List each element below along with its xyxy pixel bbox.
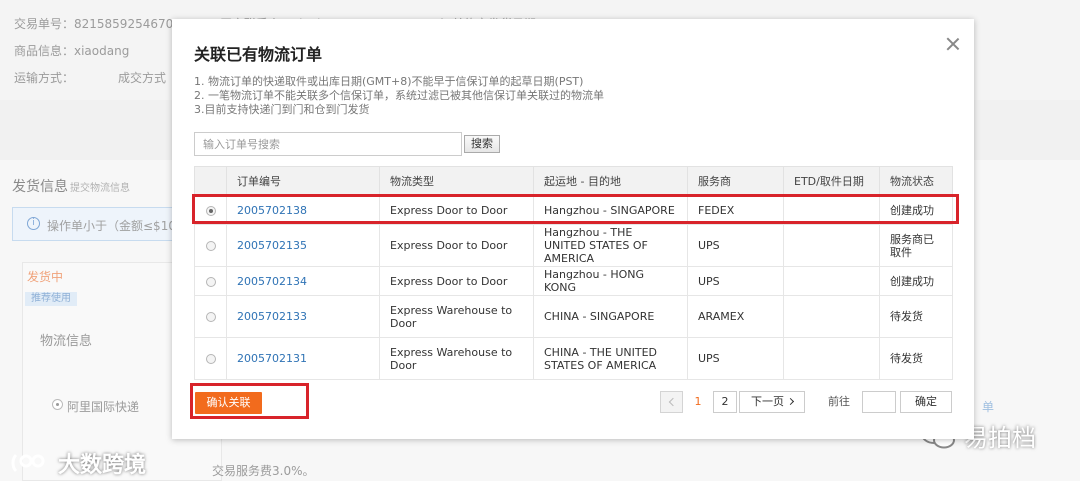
provider-cell: UPS <box>687 224 784 267</box>
shipping-section-sub: 提交物流信息 <box>70 183 130 194</box>
row-radio[interactable] <box>205 276 216 287</box>
next-page-label: 下一页 <box>751 395 784 408</box>
order-link[interactable]: 2005702138 <box>237 204 307 217</box>
deal-label: 成交方式 <box>118 71 167 85</box>
route-cell: CHINA - THE UNITED STATES OF AMERICA <box>533 337 688 380</box>
select-cell[interactable] <box>194 266 227 296</box>
goto-label: 前往 <box>828 395 850 408</box>
order-no-cell: 2005702131 <box>226 337 380 380</box>
note-line: 2. 一笔物流订单不能关联多个信保订单，系统过滤已被其他信保订单关联过的物流单 <box>194 89 604 102</box>
search-button[interactable]: 搜索 <box>464 135 500 153</box>
status-cell: 创建成功 <box>879 195 953 225</box>
transport-label: 运输方式： <box>14 71 75 85</box>
shipping-section-title: 发货信息 <box>12 179 68 195</box>
order-link[interactable]: 2005702131 <box>237 352 307 365</box>
logistics-orders-table: 订单编号 物流类型 起运地 - 目的地 服务商 ETD/取件日期 物流状态 20… <box>194 166 953 380</box>
note-line: 3.目前支持快递门到门和仓到门发货 <box>194 103 370 116</box>
route-cell: Hangzhou - HONG KONG <box>533 266 688 296</box>
status-text: 发货中 <box>27 270 64 284</box>
close-icon[interactable] <box>945 36 961 52</box>
header-logistics-type: 物流类型 <box>379 166 534 196</box>
watermark-logo-icon <box>11 453 45 473</box>
select-cell[interactable] <box>194 224 227 267</box>
dialog-notes: 1. 物流订单的快递取件或出库日期(GMT+8)不能早于信保订单的起草日期(PS… <box>194 75 604 117</box>
type-cell: Express Door to Door <box>379 195 534 225</box>
select-cell[interactable] <box>194 295 227 338</box>
select-cell[interactable] <box>194 337 227 380</box>
goto-page-input[interactable] <box>862 391 896 413</box>
order-no-cell: 2005702135 <box>226 224 380 267</box>
type-cell: Express Door to Door <box>379 266 534 296</box>
order-no-cell: 2005702134 <box>226 266 380 296</box>
status-cell: 待发货 <box>879 337 953 380</box>
order-link[interactable]: 2005702135 <box>237 239 307 252</box>
date-cell <box>783 266 880 296</box>
watermark-left-text: 大数跨境 <box>58 453 147 478</box>
note-line: 1. 物流订单的快递取件或出库日期(GMT+8)不能早于信保订单的起草日期(PS… <box>194 75 584 88</box>
order-no-cell: 2005702133 <box>226 295 380 338</box>
fee-text: 交易服务费3.0%。 <box>212 464 315 478</box>
row-radio[interactable] <box>205 312 216 322</box>
header-route: 起运地 - 目的地 <box>533 166 688 196</box>
route-cell: CHINA - SINGAPORE <box>533 295 688 338</box>
row-radio[interactable] <box>205 241 216 251</box>
order-link[interactable]: 2005702133 <box>237 310 307 323</box>
recommend-tag: 推荐使用 <box>25 292 77 306</box>
notice-text: 操作单小于（金额≤$100 <box>47 219 184 233</box>
date-cell <box>783 224 880 267</box>
header-etd: ETD/取件日期 <box>783 166 880 196</box>
confirm-link-button[interactable]: 确认关联 <box>195 392 262 414</box>
type-cell: Express Warehouse to Door <box>379 295 534 338</box>
type-cell: Express Door to Door <box>379 224 534 267</box>
current-page: 1 <box>694 395 702 408</box>
provider-cell: UPS <box>687 337 784 380</box>
page-2-button[interactable]: 2 <box>713 391 737 413</box>
header-order-no: 订单编号 <box>226 166 380 196</box>
status-cell: 创建成功 <box>879 266 953 296</box>
info-icon: i <box>27 217 40 230</box>
chevron-right-icon <box>786 397 795 406</box>
status-cell: 待发货 <box>879 295 953 338</box>
order-no-label: 交易单号：82158592546709 <box>14 17 181 31</box>
watermark-right-text: 易拍档 <box>964 424 1036 452</box>
date-cell <box>783 195 880 225</box>
row-radio[interactable] <box>205 354 216 364</box>
table-row[interactable]: 2005702135 Express Door to Door Hangzhou… <box>194 224 953 267</box>
date-cell <box>783 295 880 338</box>
order-search-input[interactable] <box>194 132 462 156</box>
order-link[interactable]: 2005702134 <box>237 275 307 288</box>
date-cell <box>783 337 880 380</box>
table-header-row: 订单编号 物流类型 起运地 - 目的地 服务商 ETD/取件日期 物流状态 <box>194 166 953 196</box>
header-select <box>194 166 227 196</box>
provider-cell: ARAMEX <box>687 295 784 338</box>
product-label: 商品信息：xiaodang <box>14 44 130 58</box>
header-provider: 服务商 <box>687 166 784 196</box>
provider-cell: FEDEX <box>687 195 784 225</box>
provider-cell: UPS <box>687 266 784 296</box>
table-row[interactable]: 2005702131 Express Warehouse to Door CHI… <box>194 337 953 380</box>
table-row[interactable]: 2005702134 Express Door to Door Hangzhou… <box>194 266 953 296</box>
route-cell: Hangzhou - THE UNITED STATES OF AMERICA <box>533 224 688 267</box>
row-radio[interactable] <box>205 205 216 216</box>
type-cell: Express Warehouse to Door <box>379 337 534 380</box>
dialog-title: 关联已有物流订单 <box>194 45 323 64</box>
carrier-option-label: 阿里国际快递 <box>67 400 140 414</box>
right-link[interactable]: 单 <box>982 398 994 415</box>
status-cell: 服务商已取件 <box>879 224 953 267</box>
route-cell: Hangzhou - SINGAPORE <box>533 195 688 225</box>
table-row[interactable]: 2005702133 Express Warehouse to Door CHI… <box>194 295 953 338</box>
next-page-button[interactable]: 下一页 <box>739 391 805 413</box>
carrier-radio[interactable] <box>52 399 63 410</box>
header-status: 物流状态 <box>879 166 953 196</box>
select-cell[interactable] <box>194 195 227 225</box>
goto-confirm-button[interactable]: 确定 <box>900 391 952 413</box>
link-logistics-order-dialog: 关联已有物流订单 1. 物流订单的快递取件或出库日期(GMT+8)不能早于信保订… <box>172 19 974 439</box>
order-no-cell: 2005702138 <box>226 195 380 225</box>
prev-page-button[interactable] <box>660 391 683 413</box>
logistics-info-label: 物流信息 <box>40 334 93 349</box>
table-row[interactable]: 2005702138 Express Door to Door Hangzhou… <box>194 195 953 225</box>
watermark-left: 大数跨境 <box>10 447 146 479</box>
